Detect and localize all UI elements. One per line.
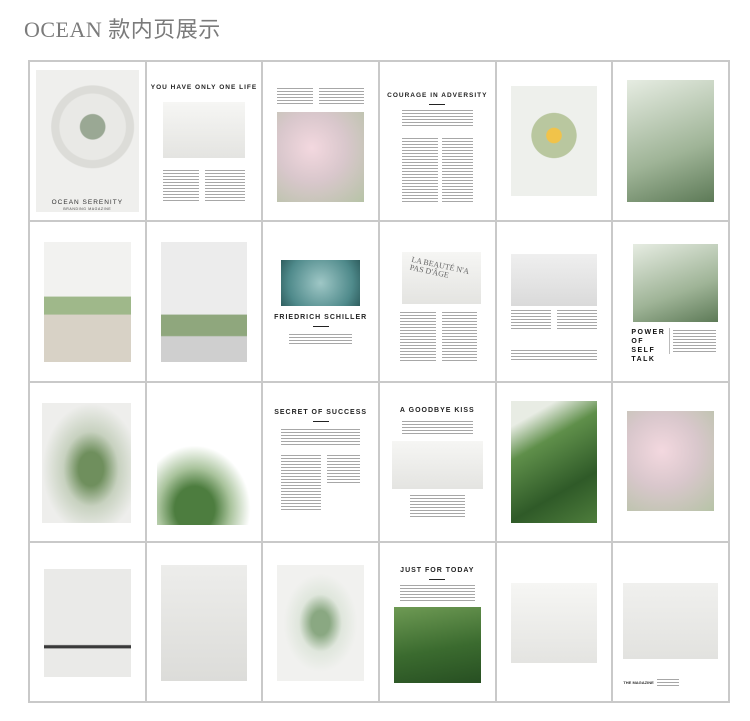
intro-text [401,110,473,126]
page-title: OCEAN 款内页展示 [24,17,221,42]
text-column [510,310,551,331]
text-column [441,138,473,202]
page-thumbnail[interactable] [263,62,378,221]
lily-photo [160,564,248,681]
page-thumbnail[interactable] [613,62,728,221]
text-column [441,312,477,363]
page-thumbnail[interactable] [146,542,262,701]
blossom-photo [627,410,714,511]
balcony-photo [160,242,248,363]
text-column [204,170,246,202]
intro-text [399,584,475,601]
sprig-photo [510,582,598,663]
sunflower-photo [510,86,598,196]
text-column [281,454,322,511]
rubber-plant-photo [633,244,718,323]
page-thumbnail[interactable] [496,62,612,221]
page-thumbnail[interactable]: THE MAGAZINE [613,542,728,701]
eucalyptus-photo [277,564,364,681]
grass-photo [156,444,252,525]
page-thumbnail[interactable] [496,222,612,381]
page-heading: POWER OF SELF TALK [631,329,666,364]
divider [312,420,329,422]
intro-text [281,428,360,445]
text-column [401,138,438,202]
text-column [327,454,360,485]
page-thumbnail[interactable] [496,382,612,541]
succulent-photo [281,260,360,307]
page-thumbnail[interactable]: COURAGE IN ADVERSITY [379,62,495,221]
text-column [162,170,199,202]
page-thumbnail[interactable] [263,542,378,701]
divider [669,328,671,355]
text-block [673,330,716,353]
page-heading: JUST FOR TODAY [400,566,475,574]
branch-photo [627,80,714,202]
quote-text [289,334,352,347]
vase-photo [510,254,598,307]
plant-photo [36,70,139,213]
page-thumbnail[interactable] [30,222,145,381]
page-thumbnail[interactable]: YOU HAVE ONLY ONE LIFE [146,62,262,221]
page-heading: COURAGE IN ADVERSITY [387,92,488,99]
page-thumbnail[interactable]: POWER OF SELF TALK [613,222,728,381]
page-thumbnail[interactable] [30,382,145,541]
divider [429,578,446,580]
divider [429,104,446,105]
page-thumbnail[interactable]: OCEAN SERENITY BRANDING MAGAZINE [30,62,145,221]
page-thumbnail[interactable] [146,382,262,541]
page-thumbnail[interactable] [30,542,145,701]
intro-text [401,420,473,435]
text-column [399,312,436,363]
page-thumbnail[interactable] [496,542,612,701]
palm-photo [623,582,718,659]
bouquet-photo [44,242,131,363]
monstera-photo [510,400,598,523]
page-grid: OCEAN SERENITY BRANDING MAGAZINE YOU HAV… [28,60,730,703]
page-heading: YOU HAVE ONLY ONE LIFE [150,84,258,91]
divider [312,326,329,328]
roses-photo [277,112,364,202]
text-block [510,350,598,361]
fern-photo [393,606,481,683]
magazine-label: THE MAGAZINE [623,680,654,685]
flowers-photo [162,102,246,158]
page-heading: A GOODBYE KISS [399,406,475,414]
page-thumbnail[interactable]: A GOODBYE KISS [379,382,495,541]
page-thumbnail[interactable] [146,222,262,381]
page-heading: SECRET OF SUCCESS [274,408,368,416]
page-thumbnail[interactable]: SECRET OF SUCCESS [263,382,378,541]
text-column [319,88,364,104]
page-heading: FRIEDRICH SCHILLER [274,314,368,322]
text-column [277,88,314,104]
page-thumbnail[interactable]: LA BEAUTÉ N'A PAS D'ÂGE [379,222,495,381]
text-block [409,494,465,519]
page-thumbnail[interactable]: JUST FOR TODAY [379,542,495,701]
olive-branch-photo [42,402,131,523]
text-column [556,310,598,331]
text-block [657,679,680,687]
page-thumbnail[interactable]: FRIEDRICH SCHILLER [263,222,378,381]
cover-title: OCEAN SERENITY [51,199,124,207]
cover-subtitle: BRANDING MAGAZINE [63,207,112,212]
page-thumbnail[interactable] [613,382,728,541]
table-vase-photo [44,568,131,677]
shelf-photo [391,440,483,489]
